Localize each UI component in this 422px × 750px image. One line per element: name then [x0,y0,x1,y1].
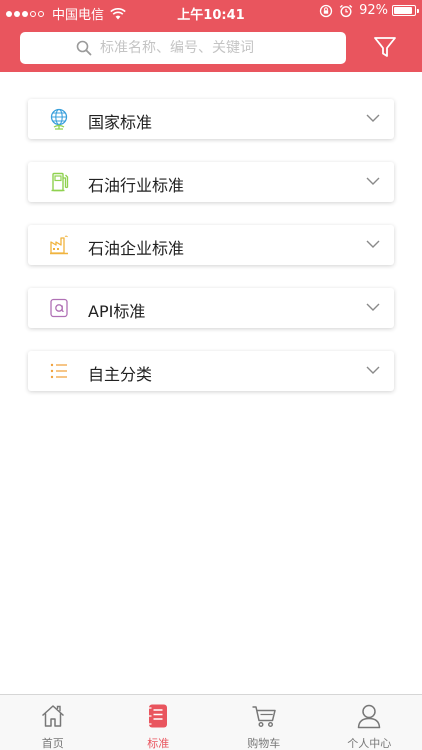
battery-percentage: 92% [359,3,388,18]
battery-icon [392,5,419,16]
search-bar[interactable] [20,32,346,64]
user-icon [358,704,381,729]
globe-icon [50,108,68,130]
search-input[interactable] [100,40,290,56]
tab-label: 标准 [147,737,170,750]
category-custom-classification[interactable]: 自主分类 [28,351,394,391]
home-icon [41,705,64,727]
book-icon [149,704,168,728]
search-icon [76,40,92,56]
category-petroleum-enterprise-standard[interactable]: 石油企业标准 [28,225,394,265]
chevron-down-icon[interactable] [366,113,380,123]
filter-icon[interactable] [372,34,398,60]
category-national-standard[interactable]: 国家标准 [28,99,394,139]
status-bar: 中国电信 上午10:41 92% [0,0,422,24]
list-icon [50,363,67,379]
header: 中国电信 上午10:41 92% [0,0,422,72]
category-list: 国家标准 石油行业标准 石油企业标准 API标准 自主分类 [28,99,394,414]
category-label: 自主分类 [88,365,153,384]
tab-home[interactable]: 首页 [0,695,106,750]
rotation-lock-icon [319,4,333,17]
chevron-down-icon[interactable] [366,365,380,375]
category-label: 石油行业标准 [88,176,185,195]
category-api-standard[interactable]: API标准 [28,288,394,328]
chevron-down-icon[interactable] [366,176,380,186]
tab-label: 首页 [41,737,64,750]
tab-cart[interactable]: 购物车 [211,695,317,750]
chevron-down-icon[interactable] [366,302,380,312]
tab-label: 个人中心 [347,737,392,750]
fuel-pump-icon [51,172,69,192]
category-label: API标准 [88,302,146,321]
factory-icon [50,235,68,255]
tab-bar: 首页 标准 购物车 个人中心 [0,694,422,750]
category-label: 国家标准 [88,113,153,132]
tab-label: 购物车 [247,737,281,750]
chevron-down-icon[interactable] [366,239,380,249]
tab-standards[interactable]: 标准 [106,695,212,750]
alarm-icon [339,4,353,17]
cart-icon [252,706,276,728]
tab-profile[interactable]: 个人中心 [317,695,422,750]
api-letter-icon [50,298,68,318]
category-petroleum-industry-standard[interactable]: 石油行业标准 [28,162,394,202]
category-label: 石油企业标准 [88,239,185,258]
